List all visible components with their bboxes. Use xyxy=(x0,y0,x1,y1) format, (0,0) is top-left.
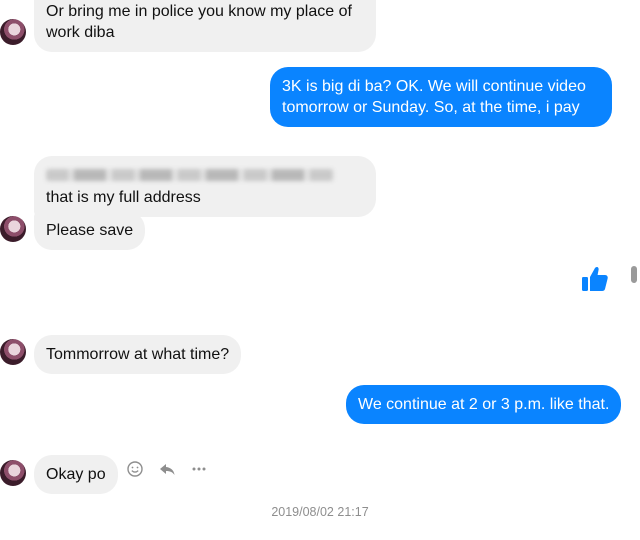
message-timestamp: 2019/08/02 21:17 xyxy=(271,505,369,519)
contact-avatar[interactable] xyxy=(0,460,26,486)
redacted-address xyxy=(46,169,334,181)
message-bubble-incoming[interactable]: Tommorrow at what time? xyxy=(34,335,242,374)
message-bubble-outgoing[interactable]: 3K is big di ba? OK. We will continue vi… xyxy=(270,67,612,127)
message-text: Please save xyxy=(46,222,134,239)
contact-avatar[interactable] xyxy=(0,339,26,365)
more-dots-icon[interactable] xyxy=(190,460,208,478)
message-text: 3K is big di ba? OK. We will continue vi… xyxy=(282,78,586,116)
thumbs-up-icon xyxy=(582,266,608,291)
message-actions xyxy=(126,460,208,478)
message-text: that is my full address xyxy=(46,189,201,206)
message-bubble-incoming[interactable]: Or bring me in police you know my place … xyxy=(34,0,376,52)
message-bubble-incoming[interactable]: Okay po xyxy=(34,455,118,494)
message-bubble-incoming[interactable]: Please save xyxy=(34,211,146,250)
message-text: Tommorrow at what time? xyxy=(46,346,230,363)
message-bubble-incoming[interactable]: that is my full address xyxy=(34,156,376,217)
smiley-icon[interactable] xyxy=(126,460,144,478)
message-bubble-outgoing[interactable]: We continue at 2 or 3 p.m. like that. xyxy=(346,385,622,424)
scrollbar-thumb[interactable] xyxy=(631,266,637,283)
contact-avatar[interactable] xyxy=(0,19,26,45)
message-text: Okay po xyxy=(46,466,106,483)
message-text: We continue at 2 or 3 p.m. like that. xyxy=(358,396,610,413)
contact-avatar[interactable] xyxy=(0,216,26,242)
message-text: Or bring me in police you know my place … xyxy=(46,3,352,41)
reply-arrow-icon[interactable] xyxy=(158,460,176,478)
